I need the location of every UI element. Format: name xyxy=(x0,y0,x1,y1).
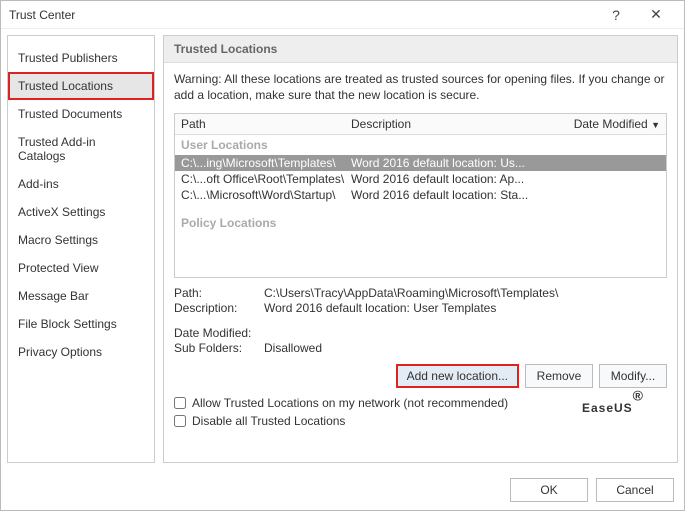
sidebar-item-trusted-locations[interactable]: Trusted Locations xyxy=(8,72,154,100)
detail-desc-label: Description: xyxy=(174,301,264,315)
disable-all-input[interactable] xyxy=(174,415,186,427)
allow-network-input[interactable] xyxy=(174,397,186,409)
cancel-button[interactable]: Cancel xyxy=(596,478,674,502)
sidebar-item-macro-settings[interactable]: Macro Settings xyxy=(8,226,154,254)
sidebar-item-activex-settings[interactable]: ActiveX Settings xyxy=(8,198,154,226)
close-icon[interactable]: ✕ xyxy=(636,6,676,23)
col-path[interactable]: Path xyxy=(175,114,345,134)
col-date-modified[interactable]: Date Modified ▼ xyxy=(566,114,666,134)
main-panel: Trusted Locations Warning: All these loc… xyxy=(163,35,678,463)
detail-path-label: Path: xyxy=(174,286,264,300)
cell-desc: Word 2016 default location: Us... xyxy=(351,156,560,170)
selection-details: Path:C:\Users\Tracy\AppData\Roaming\Micr… xyxy=(164,278,677,360)
cell-path: C:\...ing\Microsoft\Templates\ xyxy=(181,156,351,170)
sidebar-item-trusted-addin-catalogs[interactable]: Trusted Add-in Catalogs xyxy=(8,128,154,170)
dialog-footer: OK Cancel xyxy=(510,478,674,502)
add-new-location-button[interactable]: Add new location... xyxy=(396,364,519,388)
category-sidebar: Trusted Publishers Trusted Locations Tru… xyxy=(7,35,155,463)
table-row[interactable]: C:\...ing\Microsoft\Templates\ Word 2016… xyxy=(175,155,666,171)
allow-network-label: Allow Trusted Locations on my network (n… xyxy=(192,396,508,410)
trust-center-dialog: Trust Center ? ✕ Trusted Publishers Trus… xyxy=(0,0,685,511)
detail-subfolders-label: Sub Folders: xyxy=(174,341,264,355)
disable-all-label: Disable all Trusted Locations xyxy=(192,414,345,428)
cell-path: C:\...oft Office\Root\Templates\ xyxy=(181,172,351,186)
detail-date-value xyxy=(264,326,667,340)
table-row[interactable]: C:\...\Microsoft\Word\Startup\ Word 2016… xyxy=(175,187,666,203)
titlebar: Trust Center ? ✕ xyxy=(1,1,684,29)
help-icon[interactable]: ? xyxy=(596,7,636,23)
group-policy-locations: Policy Locations xyxy=(175,213,666,233)
sidebar-item-message-bar[interactable]: Message Bar xyxy=(8,282,154,310)
cell-desc: Word 2016 default location: Ap... xyxy=(351,172,560,186)
sidebar-item-addins[interactable]: Add-ins xyxy=(8,170,154,198)
table-header: Path Description Date Modified ▼ xyxy=(175,114,666,135)
col-description[interactable]: Description xyxy=(345,114,566,134)
disable-all-checkbox[interactable]: Disable all Trusted Locations xyxy=(164,412,677,430)
cell-date xyxy=(560,156,660,170)
cell-date xyxy=(560,172,660,186)
sidebar-item-trusted-documents[interactable]: Trusted Documents xyxy=(8,100,154,128)
sidebar-item-protected-view[interactable]: Protected View xyxy=(8,254,154,282)
cell-date xyxy=(560,188,660,202)
ok-button[interactable]: OK xyxy=(510,478,588,502)
allow-network-checkbox[interactable]: Allow Trusted Locations on my network (n… xyxy=(164,394,677,412)
sidebar-item-file-block-settings[interactable]: File Block Settings xyxy=(8,310,154,338)
detail-date-label: Date Modified: xyxy=(174,326,264,340)
detail-path-value: C:\Users\Tracy\AppData\Roaming\Microsoft… xyxy=(264,286,667,300)
warning-text: Warning: All these locations are treated… xyxy=(164,63,677,109)
table-row[interactable]: C:\...oft Office\Root\Templates\ Word 20… xyxy=(175,171,666,187)
modify-button[interactable]: Modify... xyxy=(599,364,667,388)
sort-indicator-icon: ▼ xyxy=(651,120,660,130)
detail-subfolders-value: Disallowed xyxy=(264,341,667,355)
action-button-row: Add new location... Remove Modify... xyxy=(164,360,677,394)
sidebar-item-privacy-options[interactable]: Privacy Options xyxy=(8,338,154,366)
window-title: Trust Center xyxy=(9,8,596,22)
sidebar-item-trusted-publishers[interactable]: Trusted Publishers xyxy=(8,44,154,72)
panel-heading: Trusted Locations xyxy=(164,36,677,63)
locations-table: Path Description Date Modified ▼ User Lo… xyxy=(174,113,667,278)
remove-button[interactable]: Remove xyxy=(525,364,593,388)
detail-desc-value: Word 2016 default location: User Templat… xyxy=(264,301,667,315)
group-user-locations: User Locations xyxy=(175,135,666,155)
cell-path: C:\...\Microsoft\Word\Startup\ xyxy=(181,188,351,202)
cell-desc: Word 2016 default location: Sta... xyxy=(351,188,560,202)
